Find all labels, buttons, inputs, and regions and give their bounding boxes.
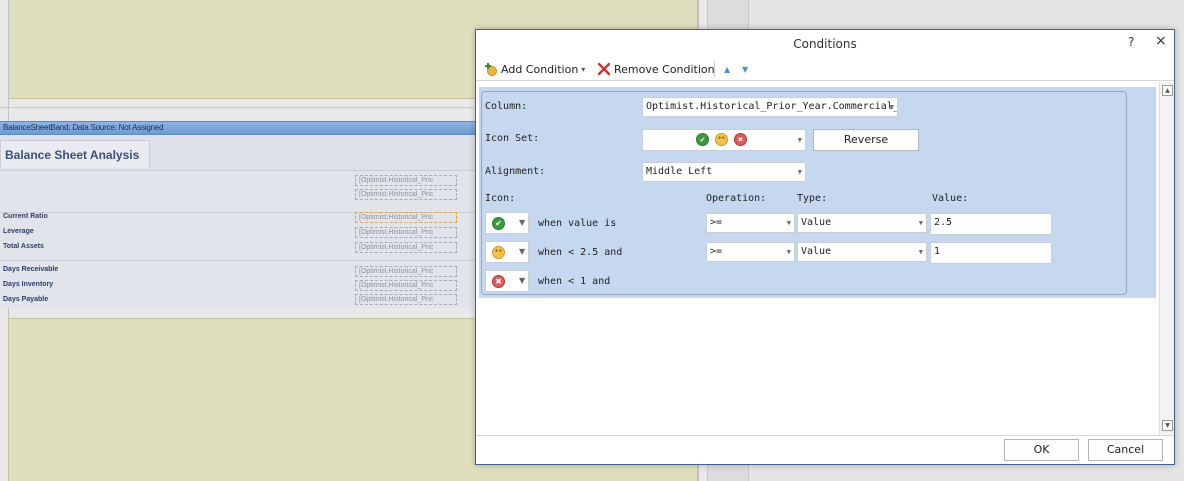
add-condition-label: Add Condition: [501, 62, 579, 76]
field-cell[interactable]: [Optimist.Historical_Pric: [355, 227, 457, 238]
vertical-scrollbar[interactable]: ▲ ▼: [1159, 82, 1174, 435]
cancel-button[interactable]: Cancel: [1088, 439, 1163, 461]
metric-current-ratio: Current Ratio: [3, 213, 48, 220]
chevron-down-icon: ▼: [519, 218, 526, 227]
chevron-down-icon: ▼: [797, 168, 802, 176]
operation-value: >=: [710, 217, 723, 228]
alignment-select[interactable]: Middle Left ▼: [642, 162, 806, 182]
check-green-icon: [696, 133, 709, 146]
value-input[interactable]: 1: [930, 242, 1052, 264]
metric-days-receivable: Days Receivable: [3, 266, 59, 273]
metric-total-assets: Total Assets: [3, 243, 44, 250]
dialog-toolbar: Add Condition ▾ Remove Condition ▲ ▼: [476, 57, 1174, 81]
condition-panel: Column: Optimist.Historical_Prior_Year.C…: [481, 91, 1127, 295]
dialog-footer: OK Cancel: [476, 435, 1174, 464]
operation-select[interactable]: >= ▼: [706, 213, 795, 233]
field-cell[interactable]: [Optimist.Historical_Pric: [355, 266, 457, 277]
reverse-button[interactable]: Reverse: [813, 129, 919, 151]
condition-text: when < 1 and: [538, 276, 611, 287]
field-cell[interactable]: [Optimist.Historical_Pric: [355, 175, 457, 186]
scroll-up-icon[interactable]: ▲: [1162, 85, 1173, 96]
alignment-value: Middle Left: [646, 166, 713, 177]
chevron-down-icon: ▼: [786, 248, 791, 256]
report-title-tab: Balance Sheet Analysis: [0, 140, 150, 168]
metric-days-inventory: Days Inventory: [3, 281, 54, 288]
close-button[interactable]: ×: [1155, 33, 1167, 49]
chevron-down-icon: ▼: [786, 219, 791, 227]
icon-set-select[interactable]: ▼: [642, 129, 806, 151]
help-button[interactable]: ?: [1128, 35, 1134, 49]
check-green-icon: [492, 217, 505, 230]
chevron-down-icon: ▼: [797, 136, 802, 144]
field-cell-selected[interactable]: [Optimist.Historical_Pric: [355, 212, 457, 223]
type-value: Value: [801, 246, 832, 257]
cross-red-icon: [734, 133, 747, 146]
field-cell[interactable]: [Optimist.Historical_Pric: [355, 242, 457, 253]
value-column-header: Value:: [932, 193, 969, 204]
field-cell[interactable]: [Optimist.Historical_Pric: [355, 294, 457, 305]
condition-icon-select[interactable]: ▼: [485, 241, 529, 263]
remove-icon: [597, 62, 611, 76]
dialog-titlebar[interactable]: Conditions ? ×: [476, 30, 1174, 57]
type-column-header: Type:: [797, 193, 828, 204]
chevron-down-icon: ▼: [918, 248, 923, 256]
warning-yellow-icon: [715, 133, 728, 146]
chevron-down-icon: ▾: [581, 64, 586, 74]
move-down-icon[interactable]: ▼: [742, 61, 748, 77]
conditions-content: Column: Optimist.Historical_Prior_Year.C…: [477, 82, 1158, 435]
warning-yellow-icon: [492, 246, 505, 259]
type-value: Value: [801, 217, 832, 228]
column-label: Column:: [485, 101, 528, 112]
icon-set-label: Icon Set:: [485, 133, 540, 144]
chevron-down-icon: ▼: [889, 103, 894, 111]
add-condition-icon: [484, 62, 498, 76]
add-condition-button[interactable]: Add Condition ▾: [484, 61, 585, 77]
condition-icon-select[interactable]: ▼: [485, 270, 529, 292]
metric-days-payable: Days Payable: [3, 296, 49, 303]
cross-red-icon: [492, 275, 505, 288]
dialog-title: Conditions: [793, 37, 857, 51]
alignment-label: Alignment:: [485, 166, 546, 177]
type-select[interactable]: Value ▼: [797, 242, 927, 262]
value-input[interactable]: 2.5: [930, 213, 1052, 235]
remove-condition-label: Remove Condition: [614, 62, 715, 76]
metric-leverage: Leverage: [3, 228, 34, 235]
move-up-icon[interactable]: ▲: [724, 61, 730, 77]
chevron-down-icon: ▼: [519, 276, 526, 285]
field-cell[interactable]: [Optimist.Historical_Pric: [355, 189, 457, 200]
condition-text: when < 2.5 and: [538, 247, 623, 258]
icon-column-header: Icon:: [485, 193, 516, 204]
band-label: BalanceSheetBand; Data Source: Not Assig…: [3, 123, 164, 132]
conditions-dialog: Conditions ? × Add Condition ▾ Remove Co…: [475, 29, 1175, 465]
operation-column-header: Operation:: [706, 193, 767, 204]
remove-condition-button[interactable]: Remove Condition: [597, 61, 715, 77]
report-title: Balance Sheet Analysis: [5, 148, 140, 162]
chevron-down-icon: ▼: [918, 219, 923, 227]
column-select[interactable]: Optimist.Historical_Prior_Year.Commercia…: [642, 97, 898, 117]
column-value: Optimist.Historical_Prior_Year.Commercia…: [646, 101, 898, 112]
condition-text: when value is: [538, 218, 617, 229]
ok-button[interactable]: OK: [1004, 439, 1079, 461]
condition-icon-select[interactable]: ▼: [485, 212, 529, 234]
scroll-down-icon[interactable]: ▼: [1162, 420, 1173, 431]
field-cell[interactable]: [Optimist.Historical_Pric: [355, 280, 457, 291]
type-select[interactable]: Value ▼: [797, 213, 927, 233]
toolbar-separator: [714, 61, 715, 77]
chevron-down-icon: ▼: [519, 247, 526, 256]
operation-value: >=: [710, 246, 723, 257]
operation-select[interactable]: >= ▼: [706, 242, 795, 262]
